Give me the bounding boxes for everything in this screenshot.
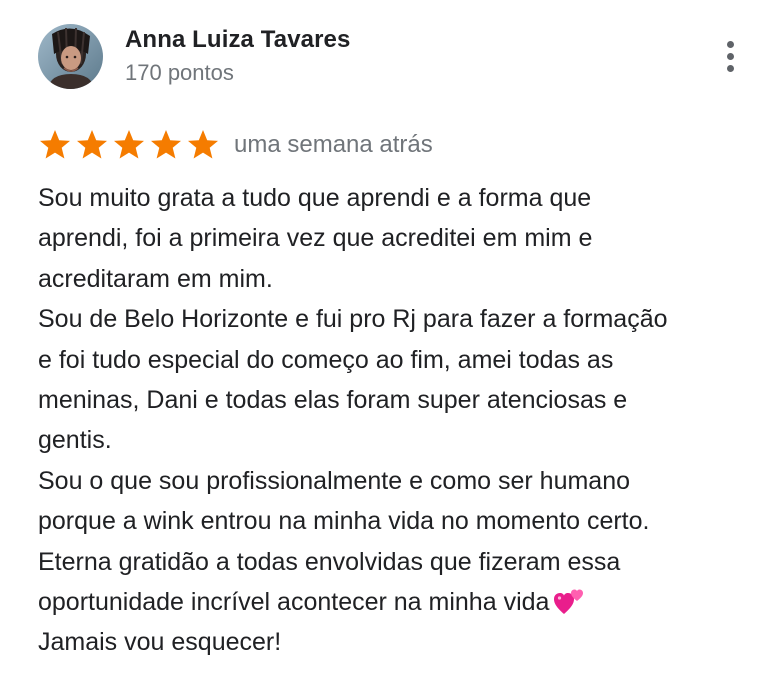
review-text-line: gentis. [38,420,748,460]
star-icon [38,128,72,162]
review-text-line-content: aprendi, foi a primeira vez que acredite… [38,224,593,253]
review-text-line: oportunidade incrível acontecer na minha… [38,582,748,622]
two-hearts-icon [553,588,585,616]
review-text-line: Sou muito grata a tudo que aprendi e a f… [38,178,748,218]
reviewer-avatar[interactable] [38,24,103,89]
review-card: Anna Luiza Tavares 170 pontos uma semana… [0,0,768,676]
review-text-line: Sou de Belo Horizonte e fui pro Rj para … [38,299,748,339]
review-text-line: acreditaram em mim. [38,259,748,299]
more-vert-icon-dot [726,52,734,60]
rating-row: uma semana atrás [38,126,433,164]
review-text-line-content: Eterna gratidão a todas envolvidas que f… [38,547,621,576]
review-text-line-content: porque a wink entrou na minha vida no mo… [38,507,650,536]
star-icon [75,128,109,162]
more-vert-icon-dot [726,64,734,72]
star-rating [38,128,220,162]
star-icon [112,128,146,162]
review-text-line-content: acreditaram em mim. [38,264,273,293]
review-date: uma semana atrás [234,131,433,158]
star-icon [149,128,183,162]
review-text-line-content: Jamais vou esquecer! [38,628,282,657]
review-text-line: e foi tudo especial do começo ao fim, am… [38,340,748,380]
star-icon [186,128,220,162]
reviewer-name[interactable]: Anna Luiza Tavares [125,26,350,54]
review-text-line: aprendi, foi a primeira vez que acredite… [38,218,748,258]
review-text-line-content: meninas, Dani e todas elas foram super a… [38,386,628,415]
avatar-photo-icon [38,24,103,89]
reviewer-points: 170 pontos [125,60,234,85]
review-text-line-content: Sou o que sou profissionalmente e como s… [38,466,631,495]
review-text-line: meninas, Dani e todas elas foram super a… [38,380,748,420]
review-text-line-content: oportunidade incrível acontecer na minha… [38,588,550,617]
review-text: Sou muito grata a tudo que aprendi e a f… [38,178,748,663]
review-text-line-content: Sou muito grata a tudo que aprendi e a f… [38,184,592,212]
review-text-line-content: Sou de Belo Horizonte e fui pro Rj para … [38,305,668,334]
more-options-button[interactable] [712,36,748,76]
review-text-line: Eterna gratidão a todas envolvidas que f… [38,542,748,582]
review-text-line-content: e foi tudo especial do começo ao fim, am… [38,345,614,374]
review-text-line: Sou o que sou profissionalmente e como s… [38,461,748,501]
review-text-line: Jamais vou esquecer! [38,622,748,662]
more-vert-icon [726,40,734,48]
review-text-line-content: gentis. [38,426,112,455]
review-text-line: porque a wink entrou na minha vida no mo… [38,501,748,541]
